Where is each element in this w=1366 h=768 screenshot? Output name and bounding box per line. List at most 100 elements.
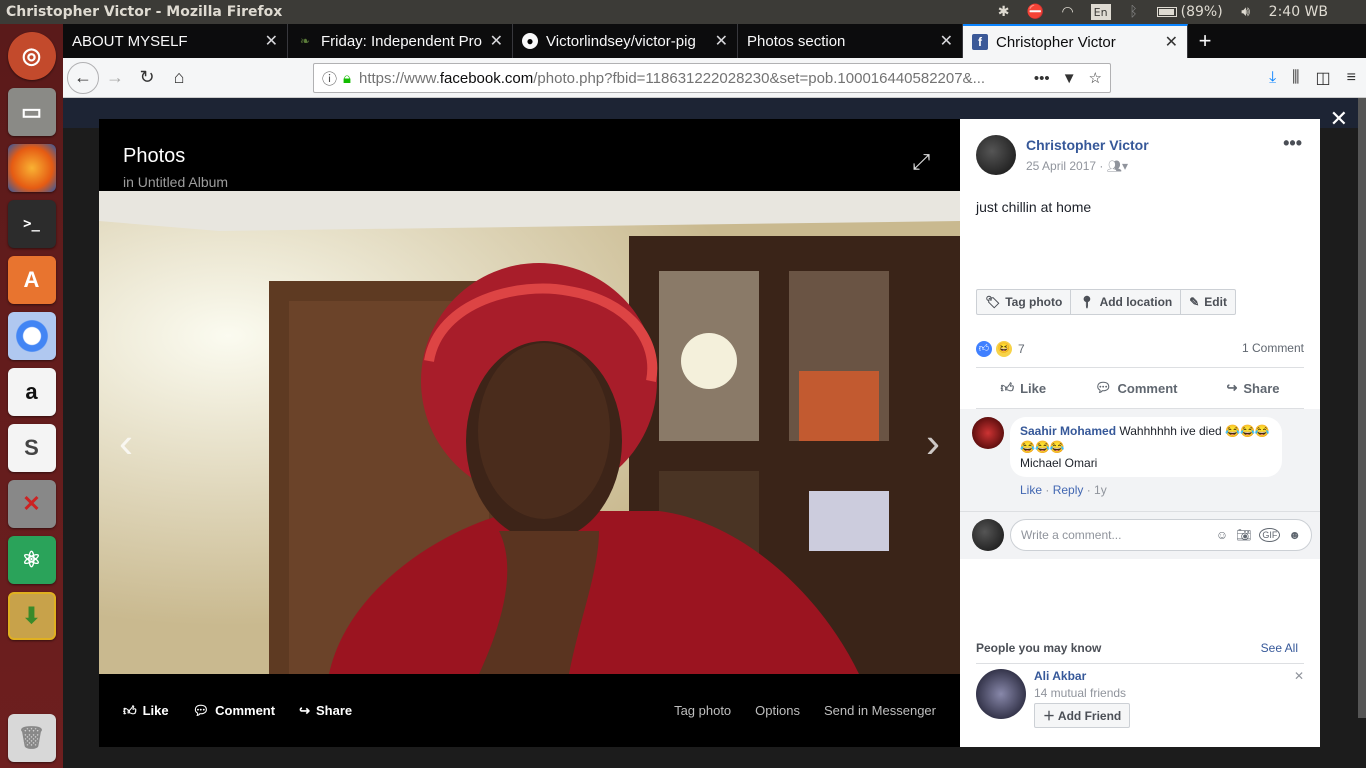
tab-about-myself[interactable]: ABOUT MYSELF ✕ (63, 24, 288, 58)
previous-photo-arrow[interactable]: ‹ (119, 419, 133, 467)
forward-button[interactable]: → (99, 62, 131, 94)
photo-viewer: Photos in Untitled Album ⤢ ‹ › 👍︎ Like 💬… (99, 119, 960, 747)
add-location-label: Add location (1099, 295, 1173, 309)
downloads-icon[interactable]: ⤓ (1269, 69, 1276, 87)
author-avatar[interactable] (976, 135, 1016, 175)
amazon-icon[interactable]: a (7, 368, 56, 416)
viewer-comment-button[interactable]: 💬︎ Comment (193, 703, 275, 719)
mentioned-user[interactable]: Michael Omari (1020, 456, 1097, 470)
page-actions-icon[interactable]: ••• (1034, 70, 1050, 87)
dismiss-suggestion-icon[interactable]: ✕ (1294, 669, 1304, 683)
friends-audience-icon[interactable]: 👥︎▾ (1107, 159, 1128, 173)
software-center-icon[interactable]: A (7, 256, 56, 304)
page-content: ✕ Photos in Untitled Album ⤢ ‹ › 👍︎ Like… (63, 98, 1366, 768)
reload-button[interactable]: ↻ (131, 62, 163, 94)
emoji-icon[interactable]: ☺ (1216, 528, 1228, 542)
tab-christopher-victor[interactable]: f Christopher Victor ✕ (963, 24, 1188, 58)
back-button[interactable]: ← (67, 61, 99, 94)
photo[interactable] (99, 191, 960, 674)
trash-icon[interactable]: 🗑︎ (7, 714, 56, 762)
home-button[interactable]: ⌂ (163, 62, 195, 94)
no-entry-icon[interactable]: ⛔ (1027, 4, 1045, 20)
share-button[interactable]: ↪ Share (1226, 380, 1279, 396)
album-link[interactable]: in Untitled Album (123, 174, 228, 190)
send-in-messenger-link[interactable]: Send in Messenger (824, 703, 936, 718)
camera-icon[interactable]: 📷︎ (1236, 528, 1251, 542)
url-text[interactable]: https://www.facebook.com/photo.php?fbid=… (359, 70, 1026, 87)
tab-github[interactable]: ● Victorlindsey/victor-pig ✕ (513, 24, 738, 58)
close-tab-icon[interactable]: ✕ (715, 31, 728, 51)
edit-button[interactable]: ✎ Edit (1181, 290, 1235, 314)
ubuntu-dash-icon[interactable]: ◎ (7, 32, 56, 80)
commenter-name[interactable]: Saahir Mohamed (1020, 424, 1116, 438)
mutual-friends-count[interactable]: 14 mutual friends (1034, 686, 1126, 700)
slack-icon[interactable]: S (7, 424, 56, 472)
reaction-count: 7 (1018, 342, 1025, 356)
fullscreen-expand-icon[interactable]: ⤢ (912, 149, 930, 175)
terminal-icon[interactable]: >_ (7, 200, 56, 248)
keyboard-layout-indicator[interactable]: En (1090, 4, 1111, 20)
close-viewer-icon[interactable]: ✕ (1330, 106, 1348, 132)
info-icon[interactable]: ⓘ (322, 68, 337, 89)
commenter-avatar[interactable] (972, 417, 1004, 449)
comment-input[interactable]: Write a comment... ☺ 📷︎ GIF ☻ (1010, 519, 1312, 551)
settings-cog-icon[interactable]: ✱ (995, 4, 1013, 20)
tab-friday[interactable]: ❧ Friday: Independent Pro ✕ (288, 24, 513, 58)
suggested-friend-avatar[interactable] (976, 669, 1026, 719)
see-all-link[interactable]: See All (1261, 641, 1298, 655)
comment-like-link[interactable]: Like (1020, 483, 1042, 497)
hamburger-menu-icon[interactable]: ≡ (1347, 69, 1356, 87)
facebook-icon: f (972, 34, 988, 50)
url-bar[interactable]: ⓘ 🔒︎ https://www.facebook.com/photo.php?… (313, 63, 1111, 93)
close-tab-icon[interactable]: ✕ (1165, 32, 1178, 52)
post-date-text[interactable]: 25 April 2017 · (1026, 159, 1103, 173)
viewer-like-label: Like (142, 703, 169, 718)
comment-age[interactable]: 1y (1094, 483, 1107, 497)
tag-photo-button[interactable]: 🏷︎ Tag photo (977, 290, 1072, 314)
reaction-summary[interactable]: 👍︎ 😆 7 (976, 341, 1025, 357)
comment-button[interactable]: 💬︎ Comment (1095, 380, 1177, 396)
scrollbar[interactable] (1358, 98, 1366, 718)
tab-label: Christopher Victor (996, 33, 1116, 51)
sticker-icon[interactable]: ☻ (1288, 528, 1301, 542)
back-arrow-icon: ← (74, 67, 92, 87)
like-button[interactable]: 👍︎ Like (1000, 380, 1046, 396)
bluetooth-icon[interactable]: ᛒ (1125, 4, 1143, 20)
viewer-tag-photo-link[interactable]: Tag photo (674, 703, 731, 718)
firefox-icon[interactable] (7, 144, 56, 192)
clock[interactable]: 2:40 WB (1269, 4, 1328, 20)
wifi-icon[interactable]: ◠ (1059, 4, 1077, 20)
next-photo-arrow[interactable]: › (926, 419, 940, 467)
system-settings-icon[interactable]: ✕ (7, 480, 56, 528)
close-tab-icon[interactable]: ✕ (490, 31, 503, 51)
add-location-button[interactable]: 📍︎ Add location (1071, 290, 1182, 314)
battery-indicator[interactable]: (89%) (1156, 4, 1223, 20)
archive-manager-icon[interactable]: ⬇ (7, 592, 56, 640)
pocket-icon[interactable]: ▼ (1062, 70, 1077, 87)
viewer-options-link[interactable]: Options (755, 703, 800, 718)
author-name[interactable]: Christopher Victor (1026, 137, 1149, 153)
suggested-friend-name[interactable]: Ali Akbar (1034, 669, 1086, 683)
close-tab-icon[interactable]: ✕ (940, 31, 953, 51)
comment-input-tools: ☺ 📷︎ GIF ☻ (1216, 528, 1301, 542)
tag-icon: 🏷︎ (985, 295, 1001, 309)
comment-reply-link[interactable]: Reply (1053, 483, 1084, 497)
comment-count-link[interactable]: 1 Comment (1242, 341, 1304, 355)
chromium-icon[interactable] (7, 312, 56, 360)
gif-icon[interactable]: GIF (1259, 528, 1281, 542)
atom-editor-icon[interactable]: ⚛ (7, 536, 56, 584)
navigation-toolbar: ← → ↻ ⌂ ⓘ 🔒︎ https://www.facebook.com/ph… (63, 58, 1366, 98)
tab-photos-section[interactable]: Photos section ✕ (738, 24, 963, 58)
library-icon[interactable]: ⫼ (1292, 69, 1299, 87)
add-friend-button[interactable]: ＋ Add Friend (1034, 703, 1131, 728)
viewer-like-button[interactable]: 👍︎ Like (123, 703, 169, 719)
bookmark-star-icon[interactable]: ☆ (1089, 69, 1102, 87)
new-tab-button[interactable]: + (1188, 24, 1222, 58)
files-icon[interactable]: ▭ (7, 88, 56, 136)
close-tab-icon[interactable]: ✕ (265, 31, 278, 51)
sidebar-icon[interactable]: ◫ (1316, 68, 1331, 88)
volume-icon[interactable]: 🔊︎ (1237, 4, 1255, 20)
viewer-share-button[interactable]: ↪ Share (299, 703, 352, 719)
post-options-icon[interactable]: ••• (1283, 133, 1302, 154)
leaf-icon: ❧ (299, 34, 311, 48)
